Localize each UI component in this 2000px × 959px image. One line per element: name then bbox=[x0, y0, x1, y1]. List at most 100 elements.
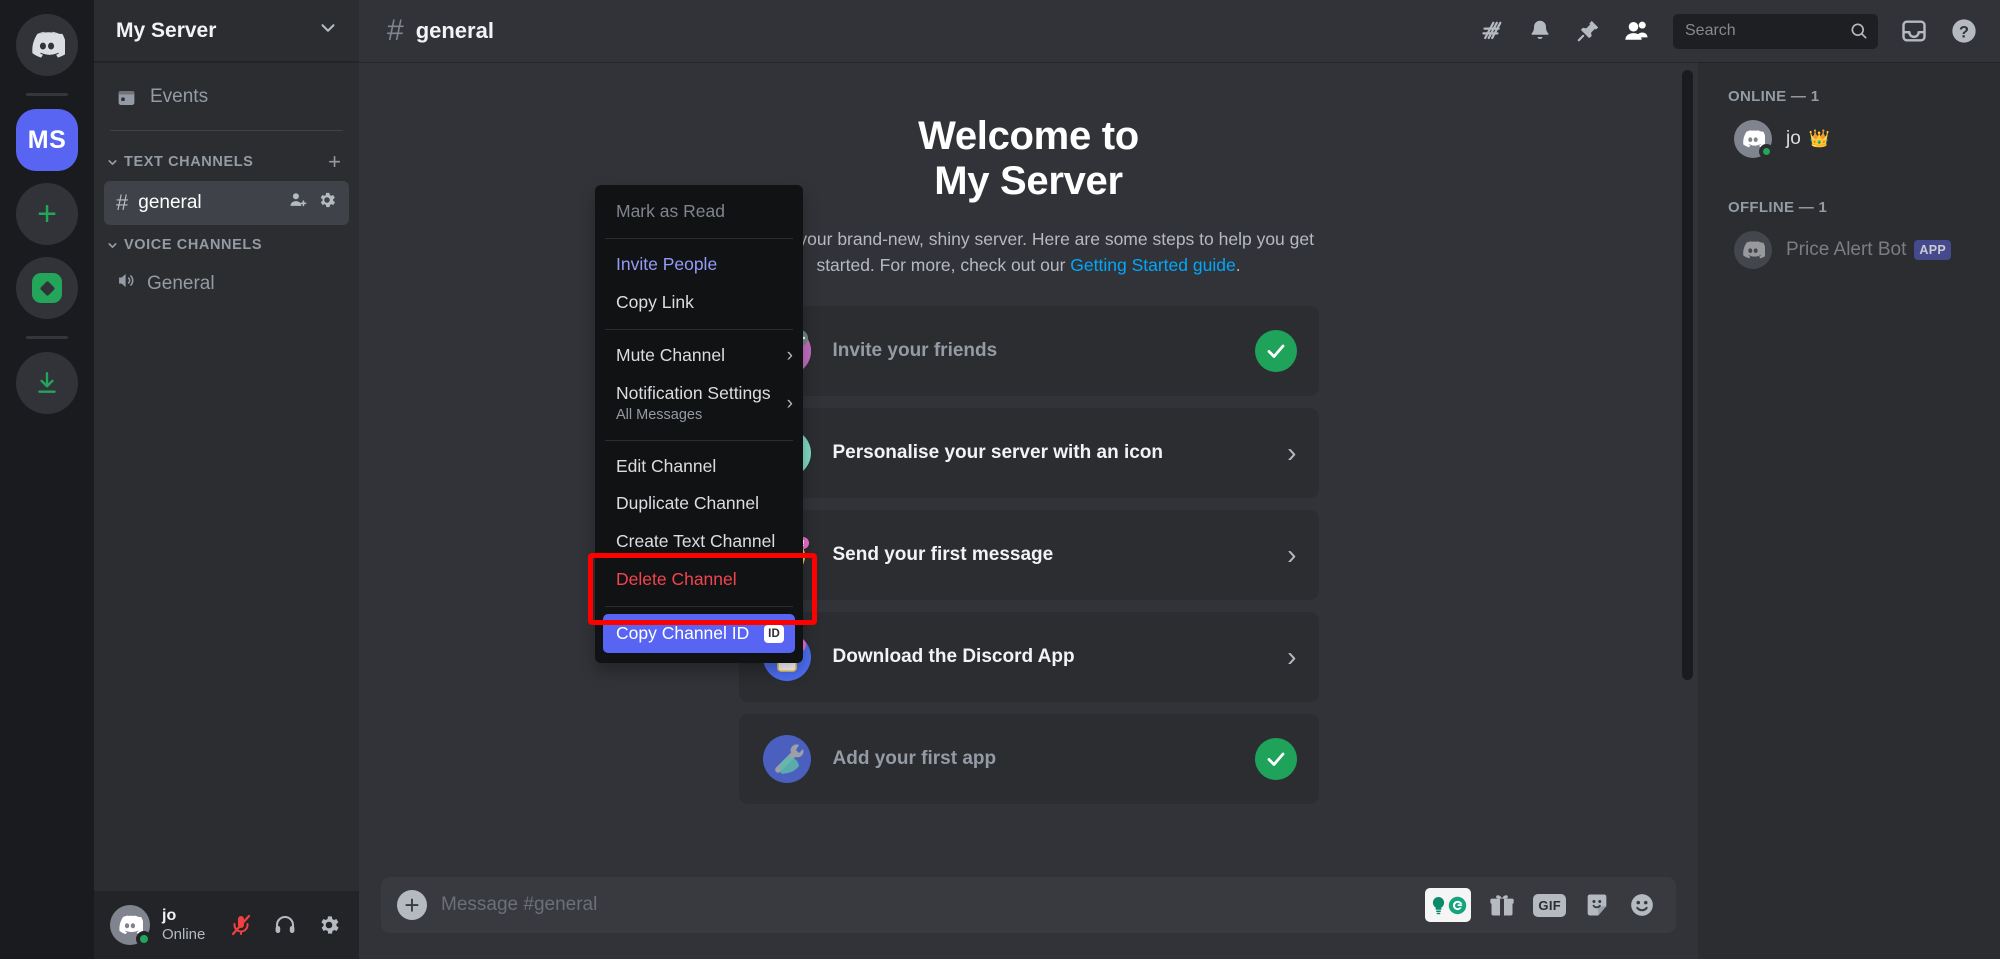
discord-avatar-icon bbox=[1741, 241, 1765, 259]
context-menu-separator bbox=[605, 440, 793, 441]
user-info[interactable]: jo Online bbox=[162, 906, 205, 945]
emoji-picker-icon[interactable] bbox=[1628, 891, 1656, 919]
gif-picker-button[interactable]: GIF bbox=[1533, 894, 1566, 917]
hash-icon: # bbox=[116, 190, 128, 216]
channel-list: Events TEXT CHANNELS + # general bbox=[94, 62, 359, 891]
download-apps-button[interactable] bbox=[16, 352, 78, 414]
add-server-button[interactable]: + bbox=[16, 183, 78, 245]
chevron-down-icon bbox=[106, 156, 119, 169]
context-menu-item-mark-as-read[interactable]: Mark as Read bbox=[595, 193, 803, 231]
category-voice-channels[interactable]: VOICE CHANNELS bbox=[94, 227, 359, 259]
context-menu-separator bbox=[605, 329, 793, 330]
discord-home-button[interactable] bbox=[16, 14, 78, 76]
status-indicator-online bbox=[1759, 144, 1774, 159]
welcome-line-1: Welcome to bbox=[918, 114, 1139, 158]
grammarly-g-icon bbox=[1448, 896, 1467, 915]
context-menu-item-delete-channel[interactable]: Delete Channel bbox=[595, 561, 803, 599]
welcome-line-2: My Server bbox=[934, 159, 1123, 203]
user-panel-actions bbox=[223, 907, 347, 943]
app-badge: APP bbox=[1914, 240, 1951, 260]
context-menu-separator bbox=[605, 606, 793, 607]
category-name-text-2: VOICE CHANNELS bbox=[124, 237, 262, 253]
check-icon bbox=[1255, 330, 1297, 372]
context-menu-item-duplicate-channel[interactable]: Duplicate Channel bbox=[595, 485, 803, 523]
notifications-bell-icon[interactable] bbox=[1527, 18, 1553, 44]
member-list: ONLINE — 1 jo 👑 OFFLINE — 1 bbox=[1698, 62, 2000, 959]
welcome-desc-tail: . bbox=[1236, 255, 1241, 275]
rail-divider bbox=[26, 93, 68, 96]
events-label: Events bbox=[150, 86, 208, 108]
pinned-messages-icon[interactable] bbox=[1575, 18, 1601, 44]
category-label-wrap: TEXT CHANNELS bbox=[106, 154, 253, 170]
upload-attachment-button[interactable]: + bbox=[397, 890, 427, 920]
server-name: My Server bbox=[116, 19, 216, 43]
context-menu-item-mute-channel[interactable]: Mute Channel › bbox=[595, 337, 803, 375]
context-menu-separator bbox=[605, 238, 793, 239]
server-rail: MS + bbox=[0, 0, 94, 959]
inbox-icon[interactable] bbox=[1900, 17, 1928, 45]
channel-topbar: # general bbox=[359, 0, 2000, 62]
create-invite-icon[interactable] bbox=[288, 190, 308, 216]
member-list-toggle-icon[interactable] bbox=[1623, 17, 1651, 45]
messages-scrollbar[interactable] bbox=[1682, 70, 1693, 680]
server-icon-my-server[interactable]: MS bbox=[16, 109, 78, 171]
page-title: general bbox=[416, 18, 494, 44]
edit-channel-gear-icon[interactable] bbox=[317, 190, 337, 216]
help-icon[interactable]: ? bbox=[1950, 17, 1978, 45]
sidebar-item-events[interactable]: Events bbox=[106, 78, 347, 116]
user-settings-gear-button[interactable] bbox=[311, 907, 347, 943]
member-list-item[interactable]: Price Alert Bot APP bbox=[1708, 226, 1990, 274]
composer-wrapper: + Message #general bbox=[359, 877, 1698, 959]
context-menu-label-column: Notification Settings All Messages bbox=[616, 383, 771, 425]
gift-icon[interactable] bbox=[1488, 891, 1516, 919]
context-menu-item-copy-link[interactable]: Copy Link bbox=[595, 284, 803, 322]
card-label: Download the Discord App bbox=[833, 646, 1075, 668]
deafen-headphones-button[interactable] bbox=[267, 907, 303, 943]
context-menu-item-create-text-channel[interactable]: Create Text Channel bbox=[595, 523, 803, 561]
context-menu-item-edit-channel[interactable]: Edit Channel bbox=[595, 448, 803, 486]
context-menu-item-copy-channel-id[interactable]: Copy Channel ID ID bbox=[603, 614, 795, 653]
explore-servers-button[interactable] bbox=[16, 257, 78, 319]
onboarding-card-personalise-server[interactable]: Personalise your server with an icon › bbox=[739, 408, 1319, 498]
card-label: Invite your friends bbox=[833, 340, 998, 362]
avatar[interactable] bbox=[110, 905, 150, 945]
context-menu-item-invite-people[interactable]: Invite People bbox=[595, 246, 803, 284]
getting-started-guide-link[interactable]: Getting Started guide bbox=[1070, 255, 1235, 275]
card-status: › bbox=[1287, 643, 1296, 671]
channel-sidebar: My Server Events TEXT CHANNELS bbox=[94, 0, 359, 959]
onboarding-card-add-app[interactable]: Add your first app bbox=[739, 714, 1319, 804]
member-name-wrap: Price Alert Bot APP bbox=[1786, 239, 1951, 261]
chevron-down-icon bbox=[317, 17, 339, 44]
threads-icon[interactable] bbox=[1477, 17, 1505, 45]
rail-divider-2 bbox=[26, 336, 68, 339]
username-label: jo bbox=[162, 906, 205, 926]
mute-microphone-button[interactable] bbox=[223, 907, 259, 943]
search-input[interactable]: Search bbox=[1673, 14, 1878, 49]
discord-app-window: MS + My Server bbox=[0, 0, 2000, 959]
chevron-right-icon: › bbox=[787, 394, 793, 413]
channel-hover-actions bbox=[288, 190, 337, 216]
discord-logo-icon bbox=[29, 31, 65, 59]
card-status bbox=[1255, 738, 1297, 780]
onboarding-card-invite-friends[interactable]: Invite your friends bbox=[739, 306, 1319, 396]
server-header-dropdown[interactable]: My Server bbox=[94, 0, 359, 62]
grammarly-icon[interactable] bbox=[1425, 888, 1471, 922]
svg-text:?: ? bbox=[1959, 23, 1969, 41]
sticker-icon[interactable] bbox=[1583, 891, 1611, 919]
sidebar-channel-general[interactable]: # general bbox=[104, 181, 349, 225]
card-label: Send your first message bbox=[833, 544, 1054, 566]
onboarding-card-download-app[interactable]: 1 Download the Discord App › bbox=[739, 612, 1319, 702]
download-icon bbox=[34, 370, 60, 396]
member-name: Price Alert Bot bbox=[1786, 239, 1906, 261]
messages-scroll-area: Welcome to My Server This is your brand-… bbox=[359, 62, 1698, 877]
sidebar-channel-general-voice[interactable]: General bbox=[104, 261, 349, 306]
category-text-channels[interactable]: TEXT CHANNELS + bbox=[94, 141, 359, 179]
microphone-muted-icon bbox=[229, 913, 253, 937]
member-group-header-offline: OFFLINE — 1 bbox=[1698, 163, 2000, 226]
plus-icon: + bbox=[37, 197, 57, 231]
message-input[interactable]: Message #general bbox=[441, 894, 1411, 916]
onboarding-card-first-message[interactable]: Hi! Send your first message › bbox=[739, 510, 1319, 600]
member-list-item[interactable]: jo 👑 bbox=[1708, 115, 1990, 163]
context-menu-item-notification-settings[interactable]: Notification Settings All Messages › bbox=[595, 375, 803, 433]
create-channel-button[interactable]: + bbox=[328, 151, 341, 173]
